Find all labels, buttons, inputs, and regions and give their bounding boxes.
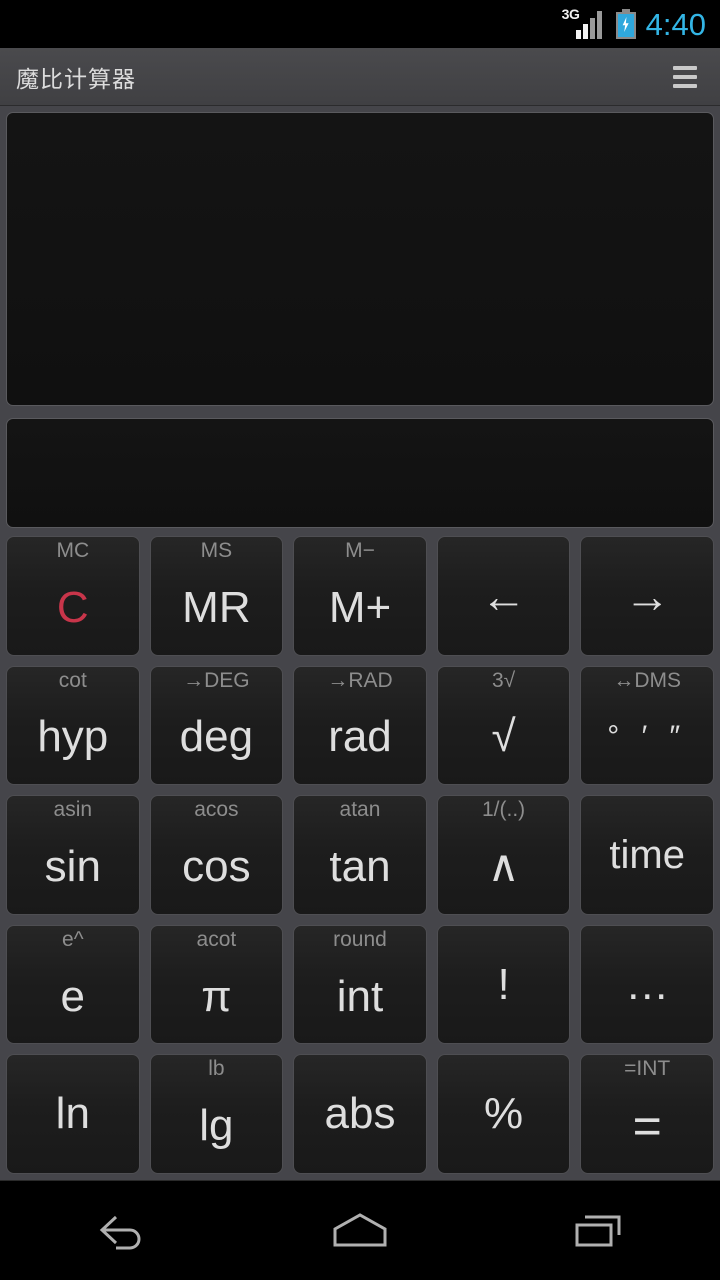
key-label: tan: [329, 841, 391, 891]
key-sublabel: ↔DMS: [613, 668, 682, 692]
key-tan[interactable]: atan tan: [293, 795, 427, 915]
key-label: lg: [199, 1101, 234, 1151]
key-abs[interactable]: abs: [293, 1054, 427, 1174]
key-sublabel: M−: [345, 539, 375, 562]
key-clear[interactable]: MC C: [6, 536, 140, 656]
key-label: !: [497, 959, 510, 1009]
key-time[interactable]: time: [580, 795, 714, 915]
key-sublabel: lb: [208, 1057, 225, 1081]
key-label: ln: [55, 1089, 90, 1139]
key-sublabel: round: [333, 927, 387, 951]
key-dms[interactable]: ↔DMS ° ′ ″: [580, 665, 714, 786]
result-display[interactable]: [6, 418, 714, 528]
key-cos[interactable]: acos cos: [149, 795, 284, 915]
key-sublabel: acot: [196, 927, 237, 951]
key-sublabel: MS: [200, 539, 233, 562]
key-cursor-left[interactable]: ←: [436, 536, 571, 656]
key-label: e: [60, 971, 86, 1021]
key-label: time: [609, 832, 685, 877]
key-label: =: [632, 1098, 662, 1155]
key-sublabel: =INT: [624, 1057, 671, 1081]
expression-display[interactable]: [6, 112, 714, 406]
key-label: int: [336, 971, 384, 1021]
key-cursor-right[interactable]: →: [580, 536, 714, 656]
key-sublabel: 1/(..): [482, 798, 526, 822]
key-e[interactable]: e^ e: [6, 924, 140, 1045]
key-sublabel: 3√: [491, 668, 516, 692]
status-bar: 3G 4:40: [0, 0, 720, 48]
key-label: M+: [328, 582, 392, 632]
key-factorial[interactable]: !: [436, 924, 571, 1045]
key-equals[interactable]: =INT =: [580, 1054, 714, 1174]
key-label: %: [484, 1089, 524, 1139]
key-sublabel: →RAD: [327, 668, 393, 692]
battery-charging-icon: [615, 9, 636, 39]
key-sin[interactable]: asin sin: [6, 795, 140, 915]
key-sublabel: atan: [339, 798, 381, 822]
phone-screen: 3G 4:40 魔比计算器 MC C MS MR M− M+ ← → cot hyp →DEG deg…: [0, 0, 720, 1280]
key-label: rad: [328, 712, 392, 762]
key-sublabel: acos: [194, 798, 239, 822]
app-title: 魔比计算器: [16, 65, 136, 92]
key-label: ←: [480, 569, 527, 622]
key-percent[interactable]: %: [436, 1054, 571, 1174]
key-label: →: [624, 569, 671, 622]
key-rad[interactable]: →RAD rad: [293, 665, 427, 786]
home-icon[interactable]: [285, 1181, 435, 1280]
key-sublabel: cot: [58, 668, 87, 692]
action-bar: 魔比计算器: [0, 48, 720, 106]
key-sublabel: MC: [56, 539, 90, 562]
key-label: MR: [182, 582, 251, 632]
key-pi[interactable]: acot π: [149, 924, 284, 1045]
key-label: …: [625, 959, 670, 1009]
key-label: abs: [324, 1089, 396, 1139]
key-lg[interactable]: lb lg: [149, 1054, 284, 1174]
key-label: sin: [44, 841, 101, 891]
key-more[interactable]: …: [580, 924, 714, 1045]
key-ln[interactable]: ln: [6, 1054, 140, 1174]
key-label: π: [201, 971, 232, 1021]
key-label: cos: [182, 841, 251, 891]
key-label: ° ′ ″: [607, 720, 688, 754]
recent-apps-icon[interactable]: [525, 1181, 675, 1280]
key-deg[interactable]: →DEG deg: [149, 665, 284, 786]
key-label: deg: [179, 712, 254, 762]
key-memory-plus[interactable]: M− M+: [293, 536, 427, 656]
back-arrow-icon[interactable]: [45, 1181, 195, 1280]
status-clock: 4:40: [645, 6, 706, 42]
key-int[interactable]: round int: [293, 924, 427, 1045]
key-sqrt[interactable]: 3√ √: [436, 665, 571, 786]
system-navigation-bar: [0, 1180, 720, 1280]
calculator-keypad: MC C MS MR M− M+ ← → cot hyp →DEG deg →RAD rad 3√ √ ↔DMS…: [0, 532, 720, 1180]
hamburger-menu-icon[interactable]: [668, 60, 702, 94]
key-label: C: [56, 582, 89, 632]
key-label: √: [491, 712, 516, 762]
key-label: hyp: [37, 712, 109, 762]
signal-bars-icon: 3G: [562, 6, 606, 41]
status-icons: 3G 4:40: [562, 6, 706, 42]
key-sublabel: asin: [53, 798, 93, 822]
signal-strength-bars: [575, 11, 606, 39]
key-sublabel: e^: [62, 927, 84, 951]
key-hyp[interactable]: cot hyp: [6, 665, 140, 786]
key-power[interactable]: 1/(..) ∧: [436, 795, 571, 915]
key-memory-recall[interactable]: MS MR: [149, 536, 284, 656]
key-sublabel: →DEG: [183, 668, 250, 692]
key-label: ∧: [487, 841, 520, 891]
